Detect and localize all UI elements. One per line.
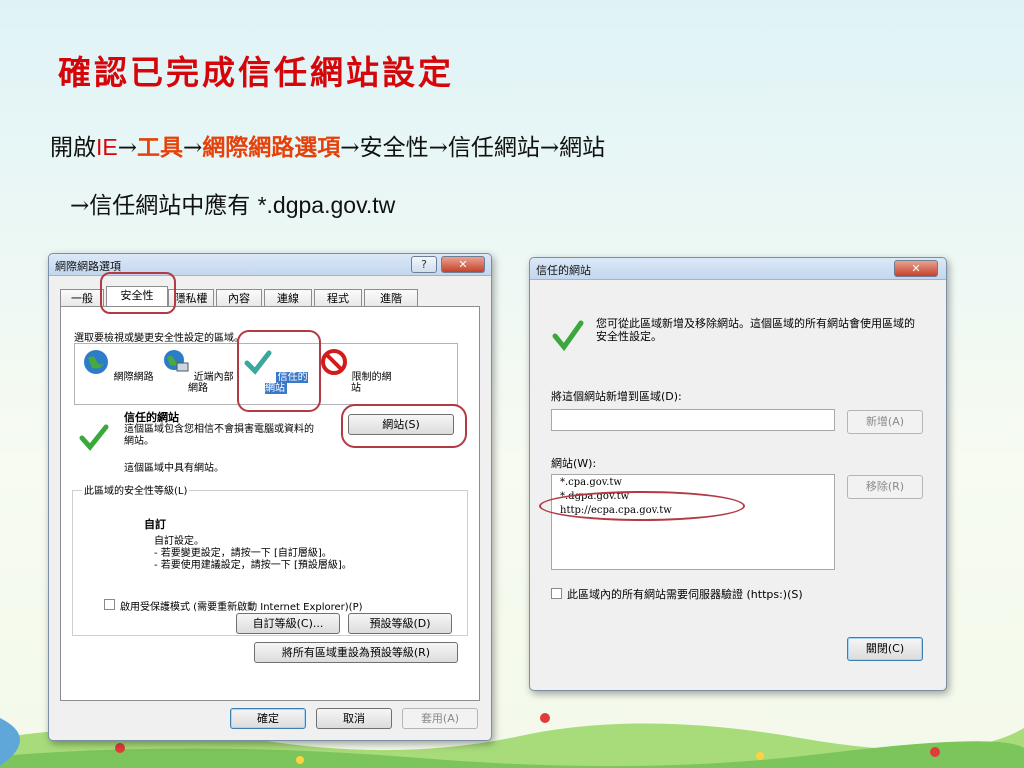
protected-mode-checkbox[interactable] [104, 599, 115, 610]
websites-label: 網站(W): [551, 457, 597, 470]
default-level-button[interactable]: 預設等級(D) [348, 613, 452, 634]
highlight-trusted-zone [237, 330, 321, 412]
path-arrow: → [340, 135, 360, 161]
cancel-button[interactable]: 取消 [316, 708, 392, 729]
trusted-info-text: 您可從此區域新增及移除網站。這個區域的所有網站會使用區域的安全性設定。 [596, 317, 915, 343]
dialog-title: 信任的網站 [536, 264, 591, 277]
tab-general[interactable]: 一般 [60, 289, 104, 307]
checkmark-icon [79, 424, 109, 451]
protected-mode-label: 啟用受保護模式 (需要重新啟動 Internet Explorer)(P) [120, 602, 363, 613]
navigation-path: 開啟IE→工具→網際網路選項→安全性→信任網站→網站 [50, 128, 605, 162]
checkmark-icon [552, 320, 584, 352]
path-tools: 工具 [137, 134, 184, 161]
websites-list[interactable]: *.cpa.gov.tw *.dgpa.gov.tw http://ecpa.c… [551, 474, 835, 570]
https-required-checkbox[interactable] [551, 588, 562, 599]
tab-connections[interactable]: 連線 [264, 289, 312, 307]
intranet-icon [164, 350, 189, 372]
path-internet-options: 網際網路選項 [202, 134, 341, 161]
trusted-sites-titlebar: 信任的網站 ✕ [530, 258, 946, 280]
path-arrow: → [70, 193, 90, 219]
zone-label: 近端內部網路 [188, 372, 234, 394]
slide-title: 確認已完成信任網站設定 [58, 53, 454, 92]
tab-advanced[interactable]: 進階 [364, 289, 418, 307]
highlight-sites-button [341, 404, 467, 448]
add-site-label: 將這個網站新增到區域(D): [551, 390, 682, 403]
https-required-label: 此區域內的所有網站需要伺服器驗證 (https:)(S) [567, 588, 803, 601]
custom-title: 自訂 [144, 518, 166, 531]
highlight-security-tab [100, 272, 176, 314]
zone-title: 信任的網站 [124, 411, 179, 424]
close-button[interactable]: ✕ [441, 256, 485, 273]
zone-restricted-sites[interactable]: 限制的網站 [320, 348, 392, 394]
path-sites: 網站 [559, 135, 606, 161]
path-open: 開啟 [50, 135, 96, 161]
security-level-label: 此區域的安全性等級(L) [82, 482, 190, 497]
path-arrow: → [117, 135, 138, 161]
path-line2-prefix: 信任網站中應有 [89, 193, 258, 219]
close-dialog-button[interactable]: 關閉(C) [847, 637, 923, 661]
zone-label: 限制的網站 [351, 372, 392, 394]
help-button[interactable]: ? [411, 256, 437, 273]
prohibited-icon [321, 349, 348, 375]
zone-local-intranet[interactable]: 近端內部網路 [162, 348, 234, 394]
globe-icon [84, 350, 109, 374]
tab-content[interactable]: 內容 [216, 289, 262, 307]
zone-description: 這個區域包含您相信不會損害電腦或資料的網站。 [124, 424, 314, 447]
list-item[interactable]: *.cpa.gov.tw [552, 477, 834, 491]
reset-all-zones-button[interactable]: 將所有區域重設為預設等級(R) [254, 642, 458, 663]
highlight-dgpa-site [539, 491, 745, 521]
ok-button[interactable]: 確定 [230, 708, 306, 729]
zone-label: 網際網路 [113, 372, 154, 383]
path-trusted-sites: 信任網站 [447, 135, 540, 161]
zone-note: 這個區域中具有網站。 [124, 463, 224, 474]
remove-button[interactable]: 移除(R) [847, 475, 923, 499]
path-arrow: → [428, 135, 448, 161]
path-arrow: → [539, 135, 560, 161]
path-arrow: → [183, 135, 203, 161]
zone-internet[interactable]: 網際網路 [82, 348, 154, 383]
add-site-input[interactable] [551, 409, 835, 431]
path-security: 安全性 [359, 135, 429, 161]
navigation-path-line2: →信任網站中應有 *.dgpa.gov.tw [70, 186, 395, 220]
zone-prompt: 選取要檢視或變更安全性設定的區域。 [74, 333, 244, 344]
path-ie: IE [96, 134, 118, 160]
add-button[interactable]: 新增(A) [847, 410, 923, 434]
path-line2-value: *.dgpa.gov.tw [257, 192, 396, 218]
custom-level-button[interactable]: 自訂等級(C)... [236, 613, 340, 634]
close-button[interactable]: ✕ [894, 260, 938, 277]
apply-button[interactable]: 套用(A) [402, 708, 478, 729]
tab-programs[interactable]: 程式 [314, 289, 362, 307]
custom-line3: - 若要使用建議設定，請按一下 [預設層級]。 [154, 560, 352, 571]
